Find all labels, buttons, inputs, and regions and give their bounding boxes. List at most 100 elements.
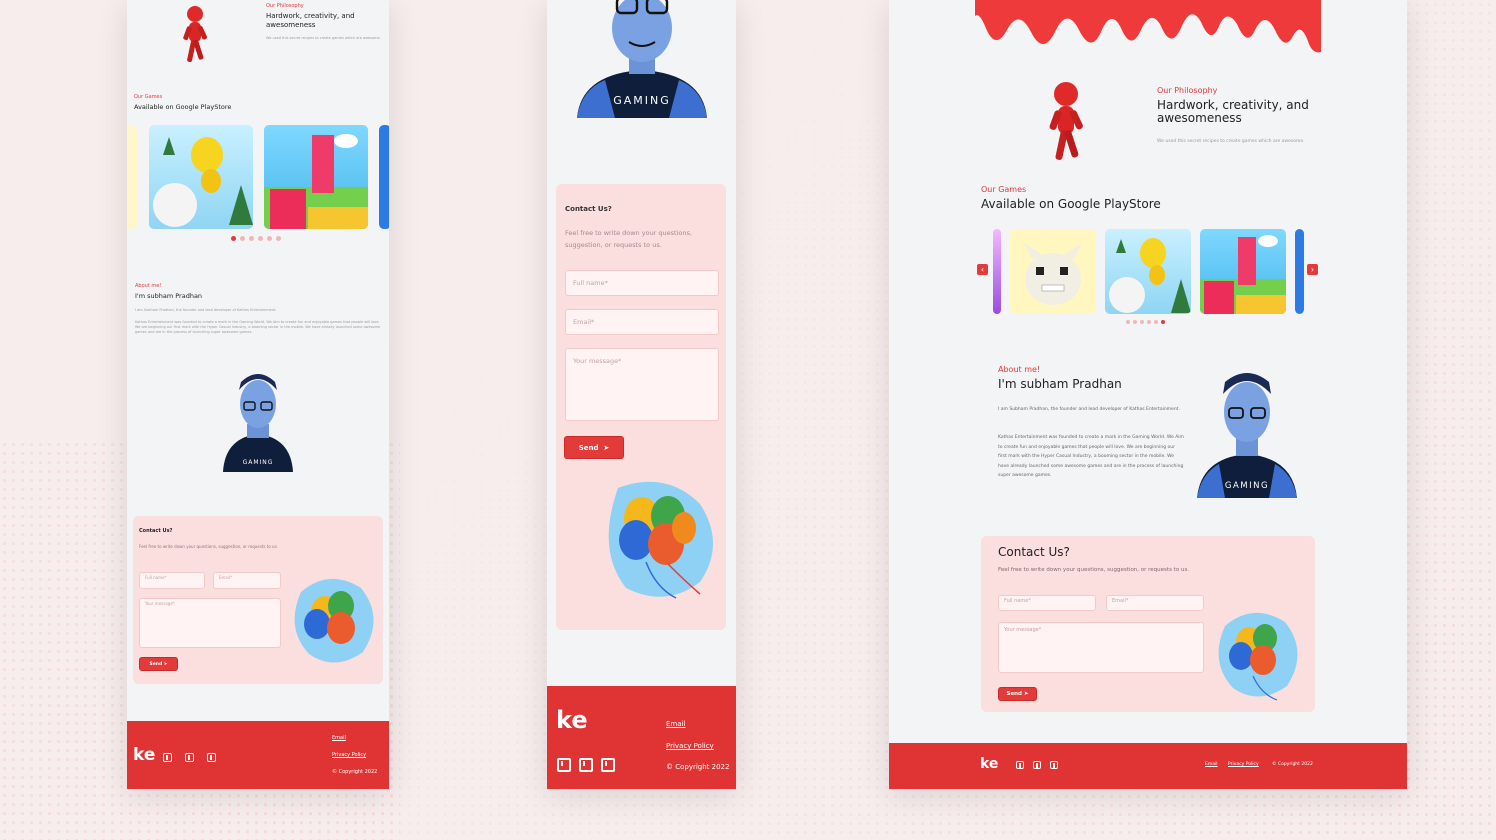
footer-logo[interactable]: ke bbox=[133, 745, 155, 765]
carousel-dot[interactable] bbox=[1140, 320, 1144, 324]
social-icons bbox=[1016, 761, 1058, 769]
paint-drip-decoration bbox=[975, 0, 1321, 53]
contact-title: Contact Us? bbox=[998, 545, 1070, 559]
philosophy-body: We used this secret recipes to create ga… bbox=[1157, 139, 1305, 144]
carousel-next-button[interactable]: › bbox=[1307, 264, 1318, 275]
contact-card: Contact Us? Feel free to write down your… bbox=[981, 536, 1315, 712]
runner-character-image bbox=[183, 6, 208, 63]
contact-card: Contact Us? Feel free to write down your… bbox=[556, 184, 726, 630]
email-link[interactable]: Email bbox=[1205, 762, 1218, 767]
about-title: I'm subham Pradhan bbox=[998, 377, 1122, 391]
games-title: Available on Google PlayStore bbox=[981, 197, 1161, 211]
send-label: Send bbox=[578, 443, 599, 452]
footer-logo[interactable]: ke bbox=[556, 706, 588, 734]
linkedin-icon[interactable] bbox=[1033, 761, 1041, 769]
mockup-desktop: Our Philosophy Hardwork, creativity, and… bbox=[889, 0, 1407, 789]
privacy-link[interactable]: Privacy Policy bbox=[332, 752, 366, 758]
fullname-input[interactable]: Full name* bbox=[139, 572, 205, 589]
linkedin-icon[interactable] bbox=[579, 758, 593, 772]
message-textarea[interactable]: Your message* bbox=[139, 598, 281, 648]
game-thumbnail-blocks bbox=[264, 134, 368, 229]
footer: ke Email Privacy Policy © Copyright 2022 bbox=[889, 743, 1407, 789]
carousel-dot[interactable] bbox=[240, 236, 245, 241]
founder-portrait-image: GAMING bbox=[1197, 373, 1297, 498]
send-icon: ➤ bbox=[163, 661, 168, 667]
carousel-dot[interactable] bbox=[267, 236, 272, 241]
game-card[interactable] bbox=[264, 125, 368, 229]
linkedin-icon[interactable] bbox=[185, 753, 194, 762]
twitter-icon[interactable] bbox=[1050, 761, 1058, 769]
message-textarea[interactable]: Your message* bbox=[998, 622, 1204, 673]
send-button[interactable]: Send ➤ bbox=[998, 687, 1037, 701]
game-card[interactable] bbox=[149, 125, 253, 229]
game-card-partial[interactable] bbox=[379, 125, 389, 229]
twitter-icon[interactable] bbox=[601, 758, 615, 772]
send-label: Send bbox=[1006, 691, 1022, 697]
carousel-dot[interactable] bbox=[1161, 320, 1165, 324]
about-para2: Kathas Entertainment was founded to crea… bbox=[998, 435, 1184, 478]
about-para1: I am Subham Pradhan, the founder and lea… bbox=[135, 308, 277, 312]
carousel-dot[interactable] bbox=[258, 236, 263, 241]
game-thumbnail-snowball bbox=[1109, 238, 1191, 313]
carousel-dot[interactable] bbox=[276, 236, 281, 241]
twitter-icon[interactable] bbox=[207, 753, 216, 762]
game-card[interactable] bbox=[1105, 229, 1191, 314]
game-card[interactable] bbox=[1200, 229, 1286, 314]
footer: ke Email Privacy Policy © Copyright 2022 bbox=[127, 721, 389, 789]
send-button[interactable]: Send ➤ bbox=[564, 436, 624, 459]
fullname-input[interactable]: Full name* bbox=[998, 595, 1096, 611]
copyright-text: © Copyright 2022 bbox=[1272, 762, 1313, 767]
about-title: I'm subham Pradhan bbox=[135, 292, 203, 300]
contact-title: Contact Us? bbox=[139, 528, 173, 534]
shirt-text: GAMING bbox=[243, 459, 274, 466]
carousel-dot[interactable] bbox=[249, 236, 254, 241]
fullname-input[interactable]: Full name* bbox=[565, 270, 719, 296]
game-thumbnail-blocks bbox=[1200, 235, 1286, 314]
games-title: Available on Google PlayStore bbox=[134, 103, 232, 111]
philosophy-title: Hardwork, creativity, and awesomeness bbox=[1157, 98, 1309, 125]
send-icon: ➤ bbox=[603, 443, 610, 452]
contact-body: Feel free to write down your questions, … bbox=[565, 229, 692, 249]
balloons-illustration bbox=[294, 578, 374, 663]
game-card-partial[interactable] bbox=[1295, 229, 1304, 314]
copyright-text: © Copyright 2022 bbox=[332, 769, 378, 775]
game-card-partial[interactable] bbox=[127, 126, 137, 229]
runner-character-image bbox=[1049, 82, 1083, 160]
carousel-dot[interactable] bbox=[1154, 320, 1158, 324]
mockup-phone: GAMING Contact Us? Feel free to write do… bbox=[547, 0, 736, 789]
mockup-tablet: Our Philosophy Hardwork, creativity, and… bbox=[127, 0, 389, 789]
contact-card: Contact Us? Feel free to write down your… bbox=[133, 516, 383, 684]
send-label: Send bbox=[149, 661, 163, 667]
games-label: Our Games bbox=[134, 94, 163, 100]
balloons-illustration bbox=[608, 481, 713, 599]
game-card-partial[interactable] bbox=[993, 229, 1001, 314]
game-card[interactable] bbox=[1010, 229, 1096, 314]
footer-logo[interactable]: ke bbox=[980, 756, 998, 772]
send-button[interactable]: Send ➤ bbox=[139, 657, 178, 671]
email-input[interactable]: Email* bbox=[213, 572, 281, 589]
chevron-right-icon: › bbox=[1310, 265, 1315, 274]
chevron-left-icon: ‹ bbox=[980, 265, 985, 274]
carousel-dot[interactable] bbox=[231, 236, 236, 241]
contact-title: Contact Us? bbox=[565, 205, 612, 213]
shirt-text: GAMING bbox=[1225, 481, 1269, 491]
message-textarea[interactable]: Your message* bbox=[565, 348, 719, 421]
privacy-link[interactable]: Privacy Policy bbox=[666, 742, 714, 750]
email-input[interactable]: Email* bbox=[1106, 595, 1204, 611]
philosophy-body: We used this secret recipes to create ga… bbox=[266, 36, 381, 40]
email-link[interactable]: Email bbox=[666, 720, 685, 728]
facebook-icon[interactable] bbox=[1016, 761, 1024, 769]
balloons-illustration bbox=[1218, 612, 1298, 701]
game-thumbnail-snowball bbox=[153, 137, 253, 227]
social-icons bbox=[557, 758, 615, 772]
footer: ke Email Privacy Policy © Copyright 2022 bbox=[547, 686, 736, 789]
facebook-icon[interactable] bbox=[557, 758, 571, 772]
facebook-icon[interactable] bbox=[163, 753, 172, 762]
carousel-prev-button[interactable]: ‹ bbox=[977, 264, 988, 275]
privacy-link[interactable]: Privacy Policy bbox=[1228, 762, 1259, 767]
email-input[interactable]: Email* bbox=[565, 309, 719, 335]
carousel-dot[interactable] bbox=[1147, 320, 1151, 324]
carousel-dot[interactable] bbox=[1133, 320, 1137, 324]
carousel-dot[interactable] bbox=[1126, 320, 1130, 324]
email-link[interactable]: Email bbox=[332, 735, 346, 741]
